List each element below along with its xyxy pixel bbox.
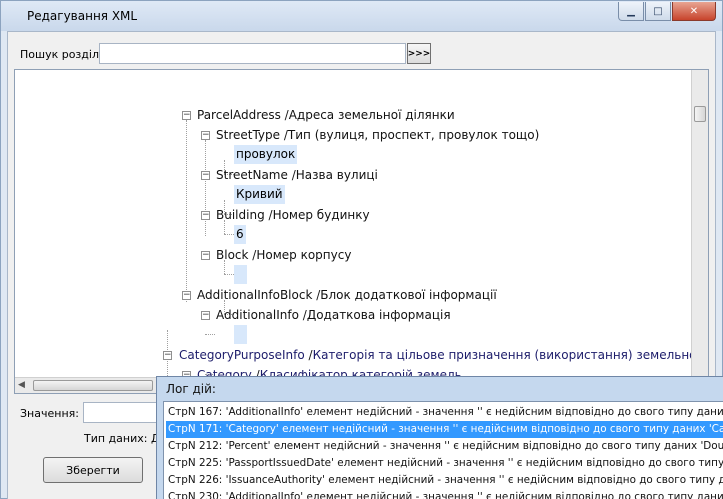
- expander-parcel-address[interactable]: −: [182, 111, 191, 120]
- save-button[interactable]: Зберегти: [43, 457, 143, 483]
- tree-node-category-purpose-info[interactable]: CategoryPurposeInfo /Категорія та цільов…: [179, 345, 709, 365]
- search-input[interactable]: [99, 43, 406, 64]
- node-description: Тип (вулиця, проспект, провулок тощо): [287, 128, 540, 142]
- tree-connector: [224, 274, 234, 275]
- window-title: Редагування XML: [27, 9, 138, 23]
- value-label: Значення:: [20, 407, 79, 420]
- log-line-selected[interactable]: СтрN 171: 'Category' елемент недійсний -…: [166, 421, 723, 438]
- log-line[interactable]: СтрN 226: 'IssuanceAuthority' елемент не…: [166, 472, 723, 489]
- xml-tree-view[interactable]: − ParcelAddress /Адреса земельної ділянк…: [14, 69, 709, 394]
- tree-node-street-name[interactable]: StreetName /Назва вулиці: [216, 165, 378, 185]
- maximize-button[interactable]: □: [645, 2, 671, 21]
- expander-street-type[interactable]: −: [201, 131, 210, 140]
- node-name: StreetType: [216, 128, 281, 142]
- scroll-left-icon[interactable]: ◀: [18, 380, 25, 390]
- tree-connector: [186, 120, 187, 302]
- node-value-building[interactable]: 6: [234, 225, 246, 244]
- close-button[interactable]: ✕: [672, 2, 716, 21]
- log-line[interactable]: СтрN 230: 'AdditionalInfo' елемент недій…: [166, 489, 723, 499]
- tree-node-building[interactable]: Building /Номер будинку: [216, 205, 370, 225]
- node-description: Категорія та цільове призначення (викори…: [312, 348, 709, 362]
- expander-block[interactable]: −: [201, 251, 210, 260]
- expander-category-purpose-info[interactable]: −: [163, 351, 172, 360]
- scrollbar-thumb[interactable]: [33, 380, 153, 391]
- tree-node-additional-info[interactable]: AdditionalInfo /Додаткова інформація: [216, 305, 451, 325]
- node-description: Назва вулиці: [295, 168, 378, 182]
- node-description: Номер корпусу: [256, 248, 352, 262]
- expander-building[interactable]: −: [201, 211, 210, 220]
- search-label: Пошук розділу:: [20, 48, 110, 61]
- node-description: Додаткова інформація: [306, 308, 451, 322]
- node-description: Блок додаткової інформації: [320, 288, 497, 302]
- expander-additional-info[interactable]: −: [201, 311, 210, 320]
- node-value-street-type[interactable]: провулок: [234, 145, 298, 164]
- search-button[interactable]: >>>: [407, 43, 431, 64]
- tree-connector: [224, 234, 234, 235]
- node-name: AdditionalInfoBlock: [197, 288, 313, 302]
- node-description: Адреса земельної ділянки: [288, 108, 455, 122]
- log-title: Лог дій:: [166, 382, 216, 396]
- node-name: CategoryPurposeInfo: [179, 348, 305, 362]
- node-description: Номер будинку: [272, 208, 370, 222]
- value-input[interactable]: [83, 402, 163, 423]
- tree-vertical-scrollbar[interactable]: [691, 70, 708, 393]
- tree-node-additional-info-block[interactable]: AdditionalInfoBlock /Блок додаткової інф…: [197, 285, 497, 305]
- log-window: Лог дій: СтрN 167: 'AdditionalInfo' елем…: [156, 376, 723, 499]
- node-value-block[interactable]: [234, 265, 247, 284]
- node-value-additional-info[interactable]: [234, 325, 247, 344]
- tree-node-block[interactable]: Block /Номер корпусу: [216, 245, 351, 265]
- data-type-label: Тип даних: До: [84, 432, 167, 445]
- title-bar[interactable]: Редагування XML ▁ □ ✕: [1, 1, 722, 31]
- node-value-street-name[interactable]: Кривий: [234, 185, 285, 204]
- node-name: Building: [216, 208, 265, 222]
- tree-node-parcel-address[interactable]: ParcelAddress /Адреса земельної ділянки: [197, 105, 455, 125]
- log-line[interactable]: СтрN 212: 'Percent' елемент недійсний - …: [166, 438, 723, 455]
- window-controls: ▁ □ ✕: [618, 2, 716, 21]
- tree-connector: [205, 140, 206, 236]
- node-name: Block: [216, 248, 249, 262]
- expander-additional-info-block[interactable]: −: [182, 291, 191, 300]
- minimize-button[interactable]: ▁: [618, 2, 644, 21]
- tree-node-street-type[interactable]: StreetType /Тип (вулиця, проспект, прову…: [216, 125, 539, 145]
- node-name: StreetName: [216, 168, 288, 182]
- tree-connector: [205, 334, 215, 335]
- log-line[interactable]: СтрN 167: 'AdditionalInfo' елемент недій…: [166, 404, 723, 421]
- log-list[interactable]: СтрN 167: 'AdditionalInfo' елемент недій…: [163, 401, 723, 499]
- scrollbar-thumb[interactable]: [694, 106, 706, 122]
- log-line[interactable]: СтрN 225: 'PassportIssuedDate' елемент н…: [166, 455, 723, 472]
- node-name: AdditionalInfo: [216, 308, 299, 322]
- expander-street-name[interactable]: −: [201, 171, 210, 180]
- node-name: ParcelAddress: [197, 108, 281, 122]
